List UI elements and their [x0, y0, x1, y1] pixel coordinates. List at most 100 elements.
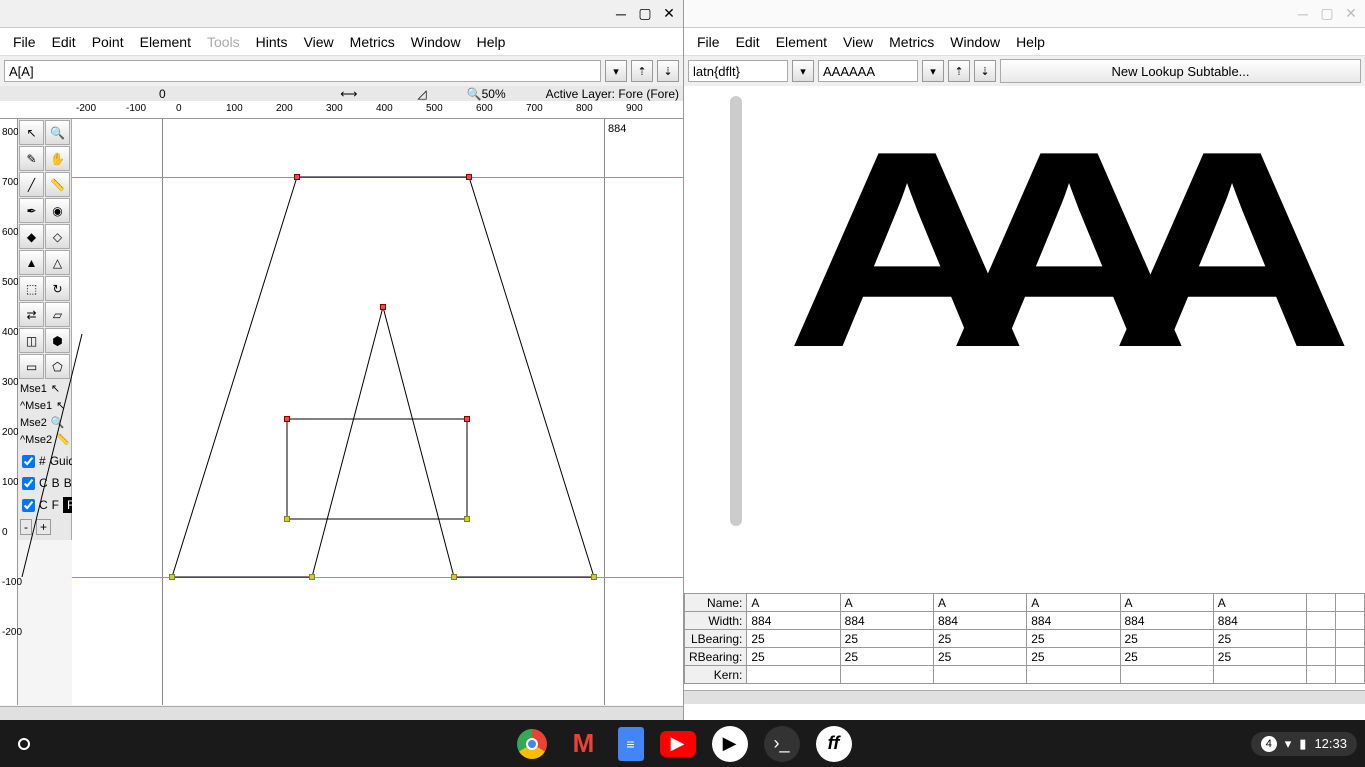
ruler-tool[interactable]: 📏: [45, 172, 70, 197]
metrics-cell[interactable]: [1335, 630, 1364, 648]
metrics-cell[interactable]: 25: [933, 630, 1026, 648]
metrics-cell[interactable]: 25: [1213, 648, 1306, 666]
metrics-cell[interactable]: [1213, 666, 1306, 684]
new-lookup-button[interactable]: New Lookup Subtable...: [1000, 59, 1361, 83]
scrollbar-h-left[interactable]: [0, 706, 683, 720]
scrollbar-v-preview[interactable]: [730, 96, 742, 526]
pen-tool[interactable]: ✒: [19, 198, 44, 223]
metrics-cell[interactable]: [1335, 648, 1364, 666]
corner-point-tool[interactable]: ▲: [19, 250, 44, 275]
metrics-cell[interactable]: [747, 666, 840, 684]
metrics-cell[interactable]: 25: [747, 630, 840, 648]
menu-view-r[interactable]: View: [836, 32, 880, 52]
metrics-cell[interactable]: [1027, 666, 1120, 684]
menu-element[interactable]: Element: [133, 32, 198, 52]
metrics-cell[interactable]: 884: [1027, 612, 1120, 630]
rect-tool[interactable]: ▭: [19, 354, 44, 379]
skew-tool[interactable]: ▱: [45, 302, 70, 327]
layer-fore[interactable]: C F Fore: [20, 494, 69, 516]
layer-back-check[interactable]: [22, 477, 35, 490]
glyph-name-input[interactable]: [4, 60, 601, 82]
text-input[interactable]: [818, 60, 918, 82]
fontforge-icon[interactable]: ff: [816, 726, 852, 762]
menu-file-r[interactable]: File: [690, 32, 727, 52]
text-next[interactable]: ⇣: [974, 60, 996, 82]
text-dropdown[interactable]: ▾: [922, 60, 944, 82]
metrics-cell[interactable]: 25: [933, 648, 1026, 666]
scale-tool[interactable]: ⬚: [19, 276, 44, 301]
launcher-button[interactable]: [0, 720, 47, 767]
metrics-cell[interactable]: [933, 666, 1026, 684]
next-glyph-button[interactable]: ⇣: [657, 60, 679, 82]
metrics-cell[interactable]: 884: [1213, 612, 1306, 630]
preview-area[interactable]: A A A: [750, 86, 1365, 594]
curve-point-tool[interactable]: ◆: [19, 224, 44, 249]
metrics-cell[interactable]: 884: [840, 612, 933, 630]
metrics-cell[interactable]: 25: [1027, 630, 1120, 648]
close-button[interactable]: ✕: [663, 8, 675, 20]
minimize-button-r[interactable]: ─: [1297, 8, 1309, 20]
youtube-icon[interactable]: ▶: [660, 731, 696, 757]
menu-view[interactable]: View: [297, 32, 341, 52]
menu-metrics[interactable]: Metrics: [343, 32, 402, 52]
metrics-cell[interactable]: 25: [1213, 630, 1306, 648]
metrics-cell[interactable]: A: [747, 594, 840, 612]
metrics-cell[interactable]: [1307, 594, 1336, 612]
menu-help[interactable]: Help: [470, 32, 513, 52]
metrics-cell[interactable]: 25: [1120, 648, 1213, 666]
hand-tool[interactable]: ✋: [45, 146, 70, 171]
draw-tool[interactable]: ✎: [19, 146, 44, 171]
script-dropdown[interactable]: ▾: [792, 60, 814, 82]
prev-glyph-button[interactable]: ⇡: [631, 60, 653, 82]
metrics-cell[interactable]: 884: [933, 612, 1026, 630]
layer-fore-check[interactable]: [22, 499, 35, 512]
menu-window-r[interactable]: Window: [943, 32, 1007, 52]
pointer-tool[interactable]: ↖: [19, 120, 44, 145]
hv-curve-tool[interactable]: ◇: [45, 224, 70, 249]
scrollbar-h-right[interactable]: [684, 690, 1365, 704]
metrics-cell[interactable]: A: [840, 594, 933, 612]
tangent-point-tool[interactable]: △: [45, 250, 70, 275]
rotate-tool[interactable]: ↻: [45, 276, 70, 301]
metrics-cell[interactable]: [1307, 666, 1336, 684]
metrics-cell[interactable]: 25: [1120, 630, 1213, 648]
flip-tool[interactable]: ⇄: [19, 302, 44, 327]
metrics-cell[interactable]: 25: [1027, 648, 1120, 666]
metrics-cell[interactable]: [1307, 630, 1336, 648]
metrics-cell[interactable]: [1307, 612, 1336, 630]
glyph-canvas[interactable]: 884: [72, 119, 683, 705]
maximize-button-r[interactable]: ▢: [1321, 8, 1333, 20]
metrics-cell[interactable]: A: [1213, 594, 1306, 612]
metrics-cell[interactable]: [1335, 666, 1364, 684]
metrics-cell[interactable]: [1335, 594, 1364, 612]
terminal-icon[interactable]: ›_: [764, 726, 800, 762]
maximize-button[interactable]: ▢: [639, 8, 651, 20]
system-tray[interactable]: 4 ▾ ▮ 12:33: [1251, 732, 1357, 756]
menu-edit-r[interactable]: Edit: [729, 32, 767, 52]
menu-help-r[interactable]: Help: [1009, 32, 1052, 52]
docs-icon[interactable]: ≡: [618, 727, 644, 761]
layer-plus[interactable]: +: [36, 519, 51, 535]
metrics-cell[interactable]: A: [1120, 594, 1213, 612]
metrics-cell[interactable]: 25: [840, 648, 933, 666]
menu-metrics-r[interactable]: Metrics: [882, 32, 941, 52]
zoom-tool[interactable]: 🔍: [45, 120, 70, 145]
chrome-icon[interactable]: [514, 726, 550, 762]
script-input[interactable]: [688, 60, 788, 82]
menu-file[interactable]: File: [6, 32, 43, 52]
metrics-cell[interactable]: 25: [840, 630, 933, 648]
3d-tool[interactable]: ⬢: [45, 328, 70, 353]
knife-tool[interactable]: ╱: [19, 172, 44, 197]
layer-guide-check[interactable]: [22, 455, 35, 468]
menu-edit[interactable]: Edit: [45, 32, 83, 52]
glyph-dropdown[interactable]: ▾: [605, 60, 627, 82]
menu-point[interactable]: Point: [85, 32, 131, 52]
menu-element-r[interactable]: Element: [769, 32, 834, 52]
metrics-cell[interactable]: [1120, 666, 1213, 684]
metrics-cell[interactable]: A: [1027, 594, 1120, 612]
metrics-cell[interactable]: A: [933, 594, 1026, 612]
perspective-tool[interactable]: ◫: [19, 328, 44, 353]
layer-back[interactable]: C B Back: [20, 472, 69, 494]
metrics-cell[interactable]: 25: [747, 648, 840, 666]
metrics-cell[interactable]: [1335, 612, 1364, 630]
